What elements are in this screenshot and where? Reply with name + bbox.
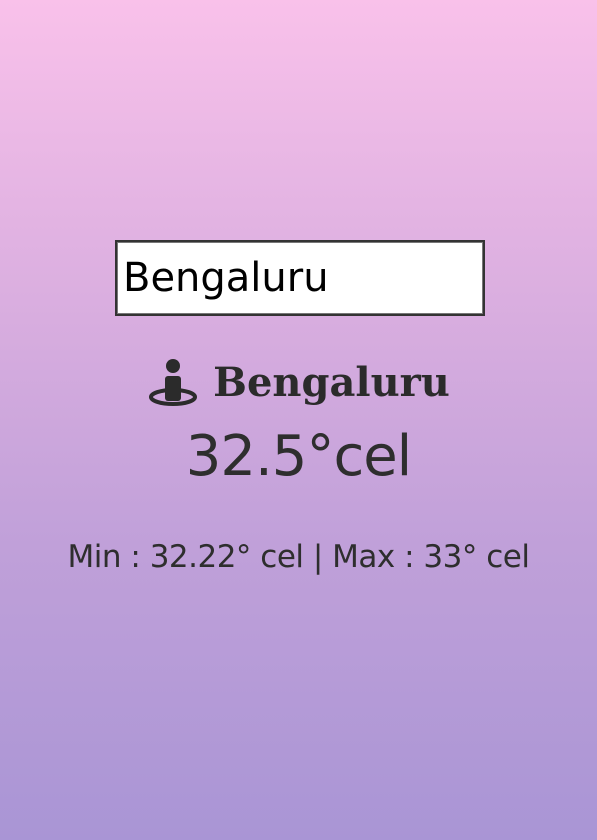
city-name: Bengaluru — [213, 358, 450, 406]
city-search-input[interactable] — [115, 240, 485, 316]
city-heading: Bengaluru — [0, 352, 597, 412]
person-location-icon — [147, 356, 199, 408]
min-max-temperature: Min : 32.22° cel | Max : 33° cel — [67, 539, 530, 575]
current-temperature: 32.5°cel — [185, 424, 413, 489]
